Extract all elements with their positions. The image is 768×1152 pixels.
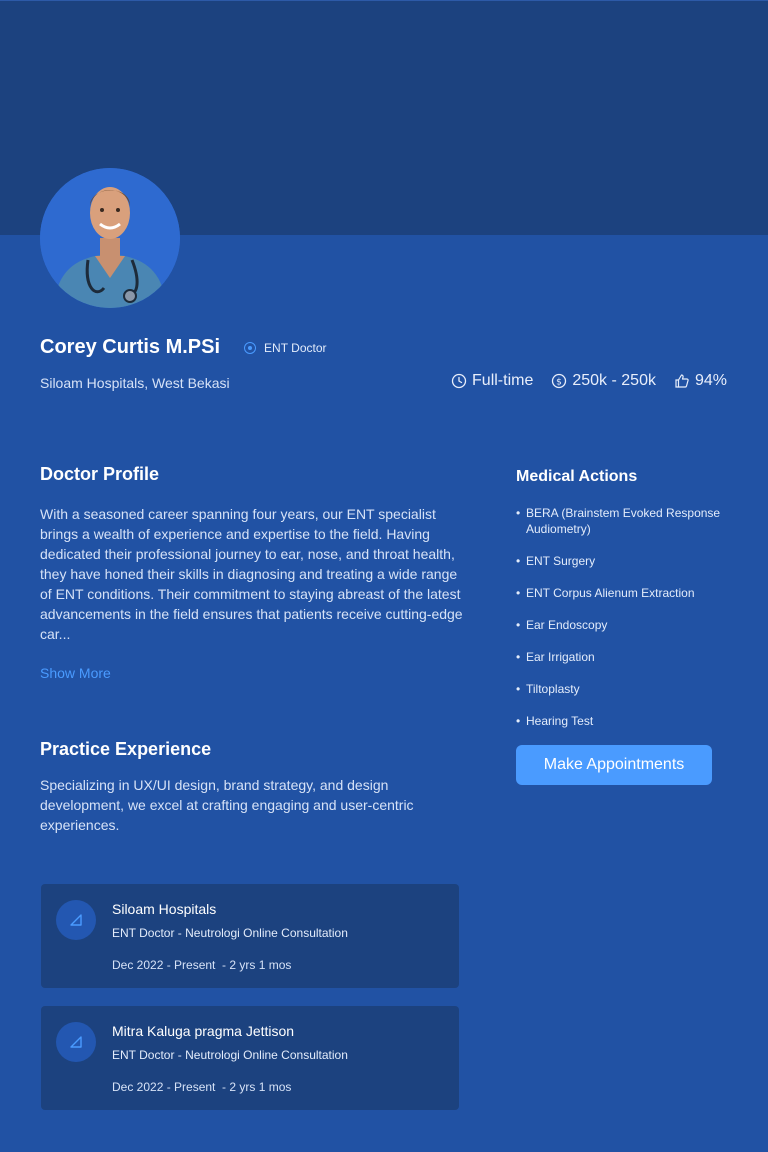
experience-subtitle: ENT Doctor - Neutrologi Online Consultat… — [112, 1048, 348, 1062]
employment-stat: Full-time — [451, 372, 533, 390]
experience-period: Dec 2022 - Present - 2 yrs 1 mos — [112, 1080, 292, 1094]
make-appointments-button[interactable]: Make Appointments — [516, 745, 712, 785]
experience-subtitle: ENT Doctor - Neutrologi Online Consultat… — [112, 926, 348, 940]
svg-text:$: $ — [556, 378, 562, 388]
rating-stat: 94% — [674, 372, 727, 390]
dollar-circle-icon: $ — [552, 373, 567, 389]
triangle-logo-icon — [56, 900, 96, 940]
experience-period: Dec 2022 - Present - 2 yrs 1 mos — [112, 958, 292, 972]
doctor-name: Corey Curtis M.PSi — [40, 336, 221, 358]
doctor-profile-text: With a seasoned career spanning four yea… — [40, 506, 463, 642]
fee-stat: $ 250k - 250k — [551, 372, 656, 390]
practice-experience-text: Specializing in UX/UI design, brand stra… — [40, 777, 414, 833]
experience-card[interactable]: Mitra Kaluga pragma Jettison ENT Doctor … — [41, 1006, 459, 1110]
medical-action-item: ENT Corpus Alienum Extraction — [516, 585, 736, 601]
practice-experience-heading: Practice Experience — [40, 739, 212, 759]
medical-action-item: BERA (Brainstem Evoked Response Audiomet… — [516, 505, 736, 537]
experience-card[interactable]: Siloam Hospitals ENT Doctor - Neutrologi… — [41, 884, 459, 988]
doctor-header: Corey Curtis M.PSi ENT Doctor — [40, 336, 327, 359]
medical-actions-heading: Medical Actions — [516, 468, 638, 485]
experience-title: Siloam Hospitals — [112, 901, 217, 917]
doctor-role-label: ENT Doctor — [264, 340, 327, 355]
thumbs-up-icon — [675, 374, 689, 388]
employment-label: Full-time — [472, 372, 534, 389]
clock-icon — [451, 373, 467, 389]
medical-actions-list: BERA (Brainstem Evoked Response Audiomet… — [516, 505, 736, 745]
medical-action-item: Ear Endoscopy — [516, 617, 736, 633]
doctor-stats: Full-time $ 250k - 250k 94% — [451, 372, 727, 390]
doctor-location: Siloam Hospitals, West Bekasi — [40, 375, 230, 391]
medical-action-item: Hearing Test — [516, 713, 736, 729]
medical-action-item: ENT Surgery — [516, 553, 736, 569]
medical-action-item: Ear Irrigation — [516, 649, 736, 665]
doctor-avatar — [40, 168, 180, 308]
doctor-profile-heading: Doctor Profile — [40, 464, 160, 484]
fee-label: 250k - 250k — [572, 372, 656, 389]
show-more-link[interactable]: Show More — [40, 665, 111, 681]
experience-title: Mitra Kaluga pragma Jettison — [112, 1023, 295, 1039]
medical-action-item: Tiltoplasty — [516, 681, 736, 697]
rating-label: 94% — [694, 372, 727, 389]
target-icon — [244, 341, 257, 354]
doctor-role: ENT Doctor — [244, 340, 327, 355]
triangle-logo-icon — [56, 1022, 96, 1062]
